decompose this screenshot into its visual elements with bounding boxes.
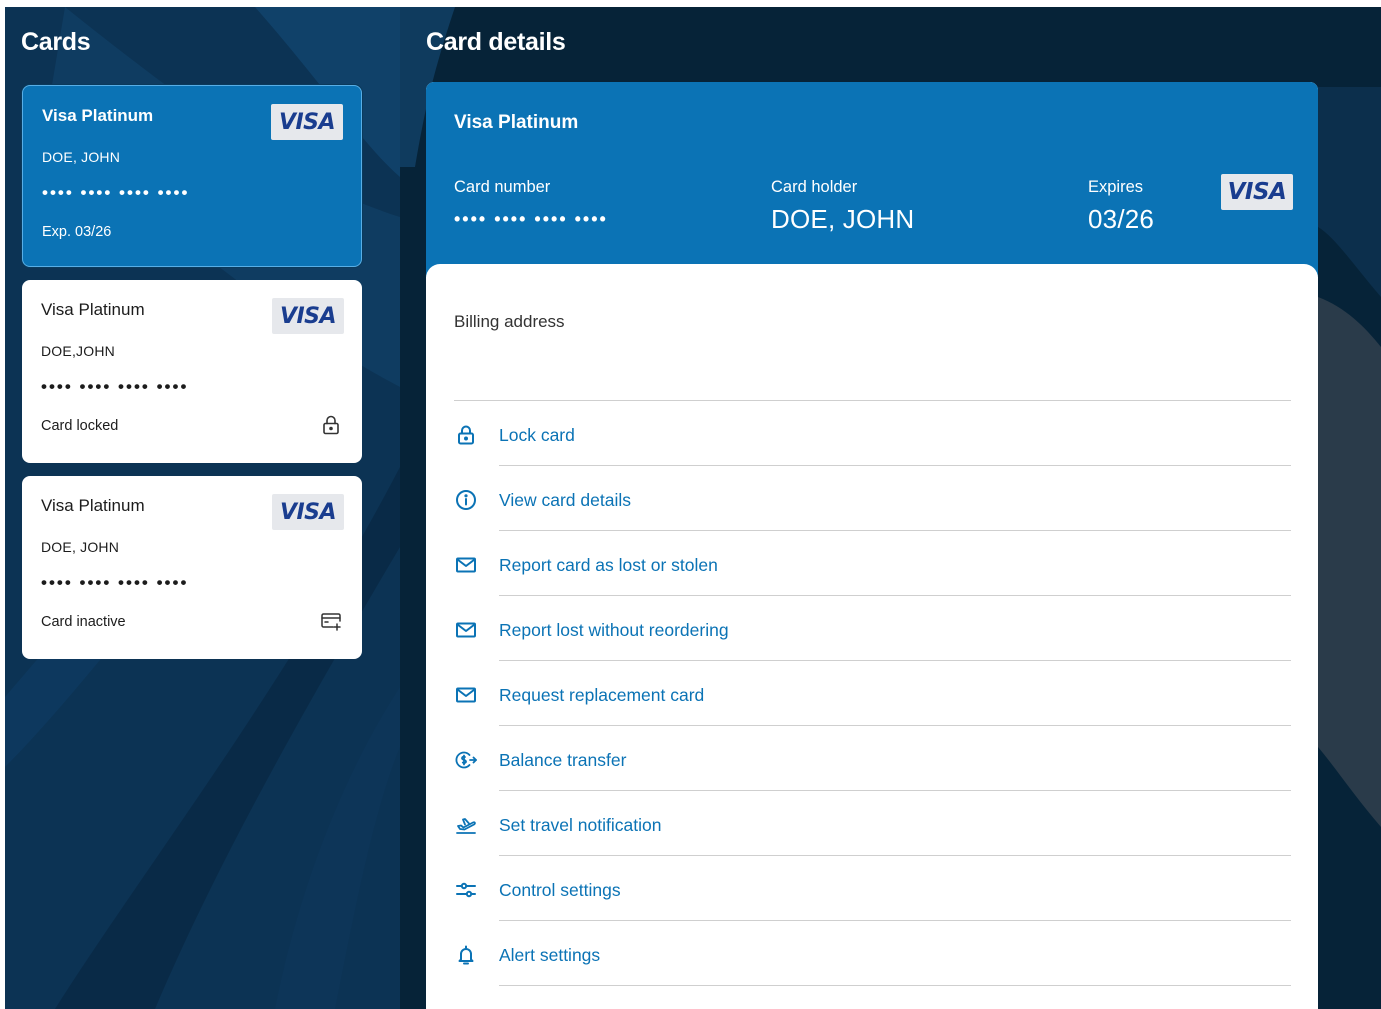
- balance-transfer-icon: [454, 748, 478, 772]
- detail-card-name: Visa Platinum: [454, 112, 579, 133]
- card-holder: DOE, JOHN: [41, 539, 120, 555]
- action-label: Balance transfer: [499, 750, 627, 770]
- set-travel-notification-action[interactable]: Set travel notification: [426, 791, 1318, 856]
- mail-icon: [454, 618, 478, 642]
- card-status: Card locked: [41, 418, 119, 434]
- lock-icon: [319, 413, 343, 437]
- app-frame: Cards Card details Visa Platinum VISA DO…: [5, 7, 1381, 1009]
- card-number-label: Card number: [454, 178, 551, 196]
- visa-logo-icon: VISA: [272, 298, 344, 334]
- action-label: Report lost without reordering: [499, 620, 729, 640]
- action-label: Request replacement card: [499, 685, 705, 705]
- visa-logo-icon: VISA: [272, 494, 344, 530]
- lock-icon: [454, 423, 478, 447]
- mail-icon: [454, 553, 478, 577]
- cards-title: Cards: [21, 28, 91, 56]
- card-holder: DOE,JOHN: [41, 343, 115, 359]
- sliders-icon: [454, 878, 478, 902]
- card-activate-icon: [319, 609, 343, 633]
- action-label: Report card as lost or stolen: [499, 555, 718, 575]
- visa-logo-icon: VISA: [1221, 174, 1293, 210]
- card-number-value: •••• •••• •••• ••••: [454, 209, 608, 229]
- card-holder: DOE, JOHN: [42, 149, 121, 165]
- view-card-details-action[interactable]: View card details: [426, 466, 1318, 531]
- card-name: Visa Platinum: [41, 496, 145, 515]
- card-details-panel: Visa Platinum Card number •••• •••• ••••…: [426, 82, 1318, 1009]
- billing-address-label: Billing address: [454, 312, 565, 331]
- action-label: Set travel notification: [499, 815, 662, 835]
- card-expiry: Exp. 03/26: [42, 224, 112, 240]
- mail-icon: [454, 683, 478, 707]
- action-label: Control settings: [499, 880, 621, 900]
- card-name: Visa Platinum: [41, 300, 145, 319]
- visa-logo-icon: VISA: [271, 104, 343, 140]
- alert-settings-action[interactable]: Alert settings: [426, 921, 1318, 986]
- expires-value: 03/26: [1088, 204, 1155, 234]
- card-item-locked[interactable]: Visa Platinum VISA DOE,JOHN •••• •••• ••…: [22, 280, 362, 463]
- card-item-inactive[interactable]: Visa Platinum VISA DOE, JOHN •••• •••• •…: [22, 476, 362, 659]
- plane-icon: [454, 813, 478, 837]
- card-status: Card inactive: [41, 614, 126, 630]
- card-holder-label: Card holder: [771, 178, 858, 196]
- card-name: Visa Platinum: [42, 106, 154, 125]
- report-lost-no-reorder-action[interactable]: Report lost without reordering: [426, 596, 1318, 661]
- card-details-title: Card details: [426, 28, 566, 56]
- control-settings-action[interactable]: Control settings: [426, 856, 1318, 921]
- bell-icon: [454, 943, 478, 967]
- action-label: Lock card: [499, 425, 575, 445]
- action-label: Alert settings: [499, 945, 601, 965]
- card-number: •••• •••• •••• ••••: [41, 377, 189, 396]
- card-number: •••• •••• •••• ••••: [41, 573, 189, 592]
- balance-transfer-action[interactable]: Balance transfer: [426, 726, 1318, 791]
- card-holder-value: DOE, JOHN: [771, 204, 915, 234]
- divider: [499, 985, 1291, 986]
- expires-label: Expires: [1088, 178, 1144, 196]
- card-item-selected[interactable]: Visa Platinum VISA DOE, JOHN •••• •••• •…: [22, 85, 362, 267]
- report-lost-stolen-action[interactable]: Report card as lost or stolen: [426, 531, 1318, 596]
- card-details-body: Billing address Lock card View card deta…: [426, 264, 1318, 1009]
- card-details-header: Visa Platinum Card number •••• •••• ••••…: [426, 82, 1318, 277]
- action-label: View card details: [499, 490, 631, 510]
- request-replacement-action[interactable]: Request replacement card: [426, 661, 1318, 726]
- lock-card-action[interactable]: Lock card: [426, 401, 1318, 466]
- info-icon: [454, 488, 478, 512]
- card-number: •••• •••• •••• ••••: [42, 183, 190, 202]
